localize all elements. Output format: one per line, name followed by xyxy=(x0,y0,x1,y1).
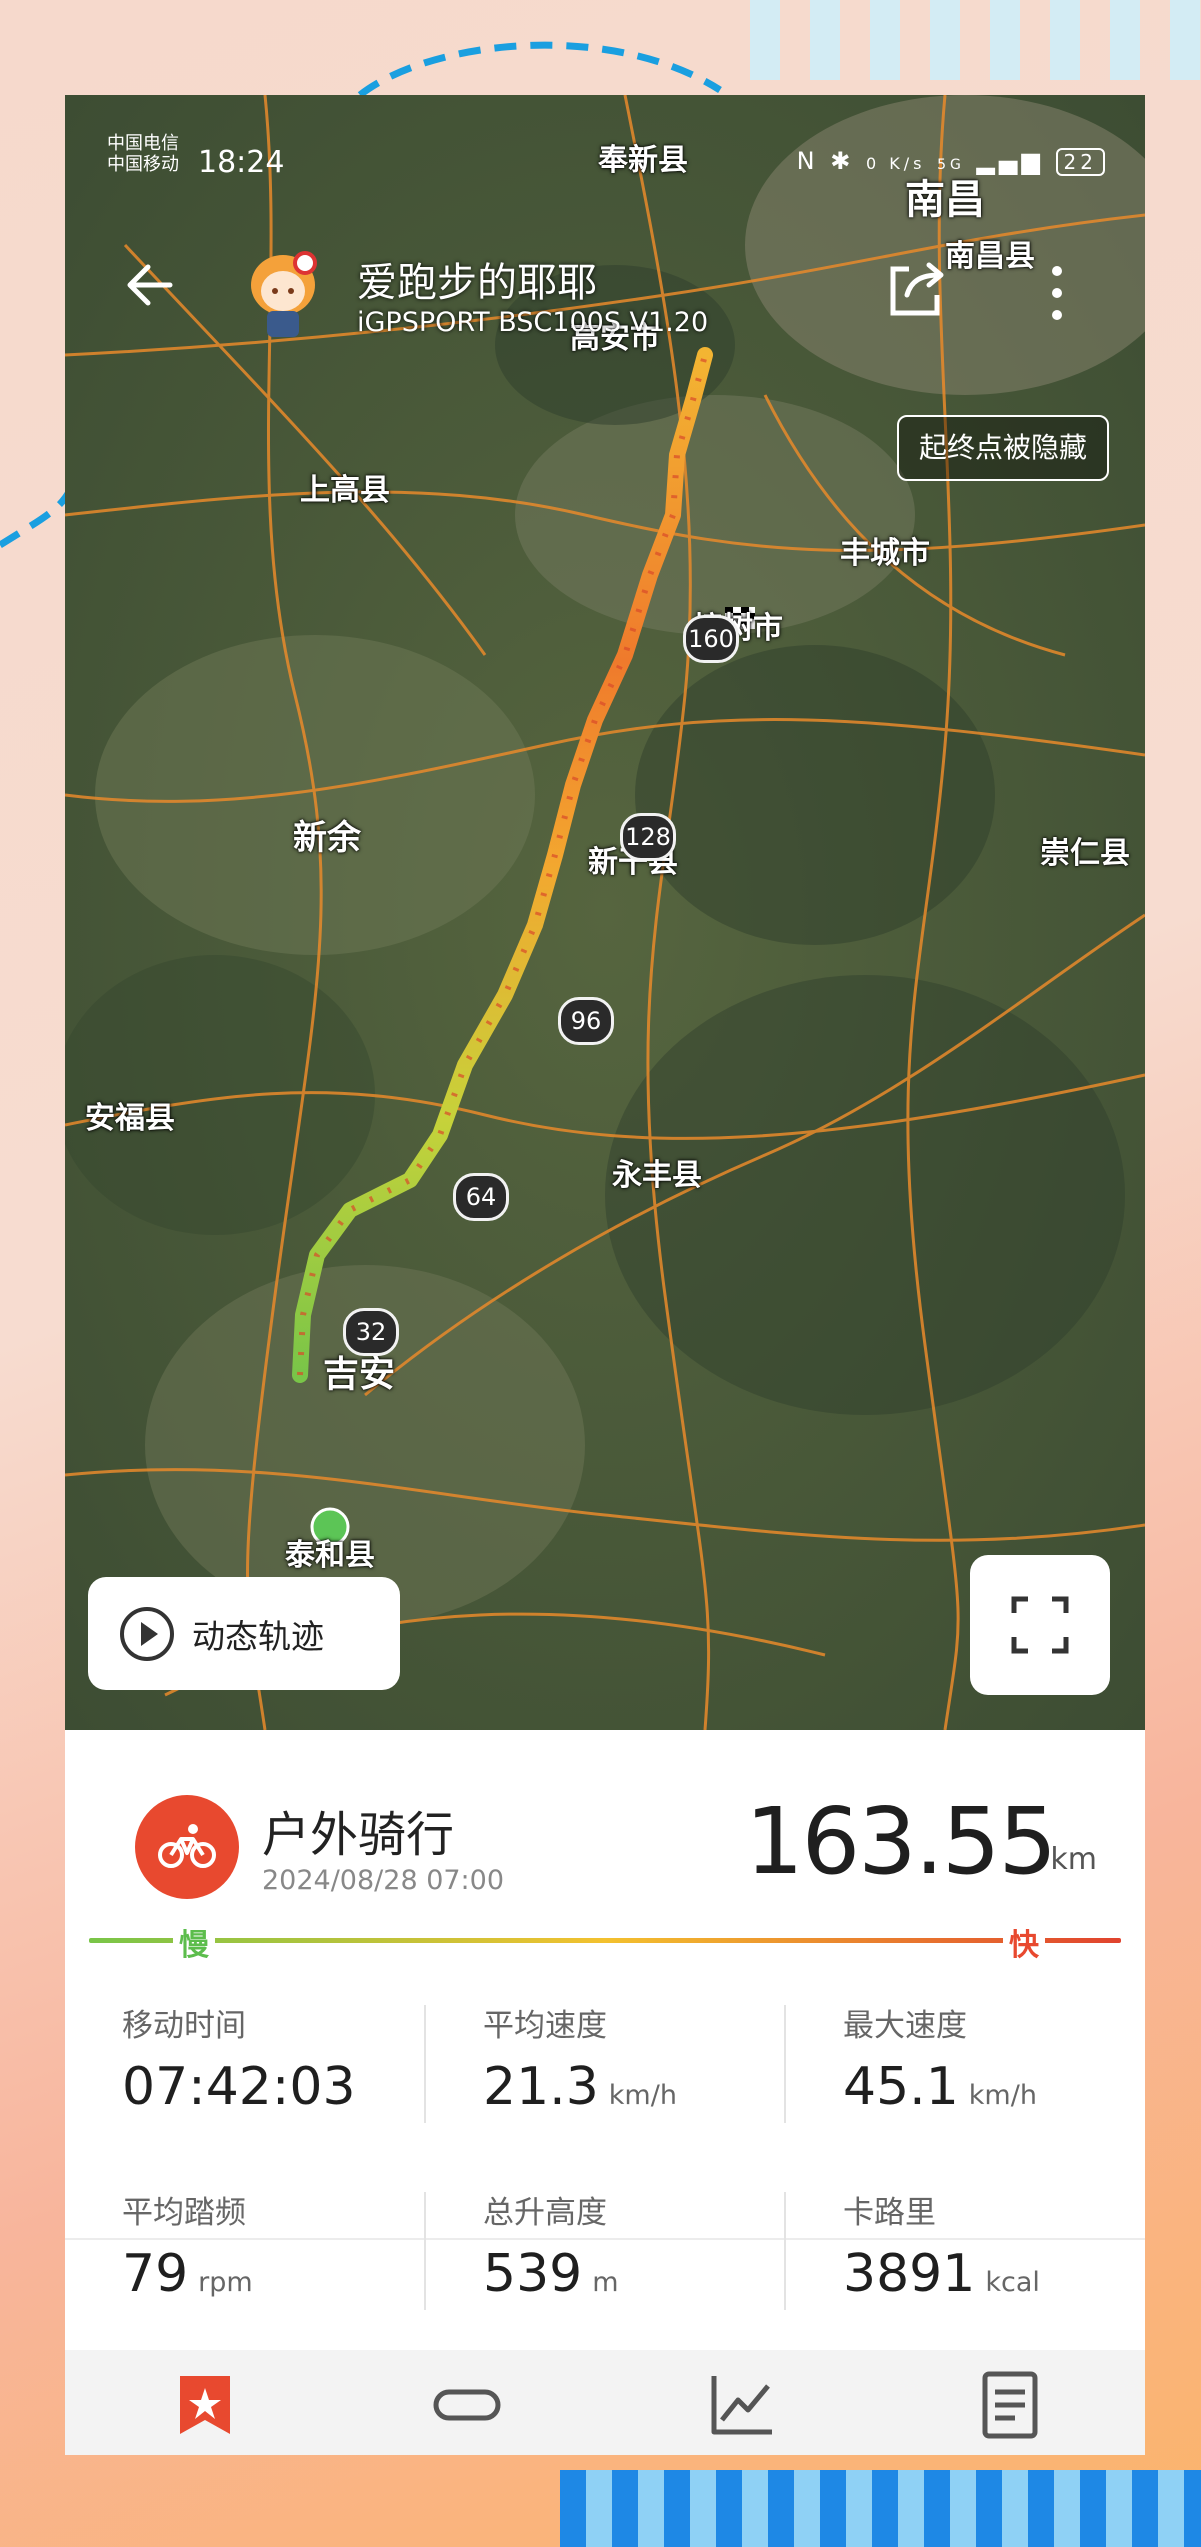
activity-type: 户外骑行 xyxy=(262,1807,455,1863)
nfc-icon: N xyxy=(796,147,819,175)
status-icons: N ✱ 0 K/s 5G ▂▄▆ 22 xyxy=(797,147,1105,176)
fast-label: 快 xyxy=(1003,1920,1045,1964)
stats-row-2: 平均踏频 79 rpm 总升高度 539 m 卡路里 3891 kcal xyxy=(65,2187,1145,2337)
place-label: 上高县 xyxy=(300,473,390,508)
battery-icon: 22 xyxy=(1055,148,1105,176)
back-arrow-icon[interactable] xyxy=(120,255,180,315)
start-end-hidden-badge: 起终点被隐藏 xyxy=(897,415,1110,481)
stat-moving-time: 移动时间 07:42:03 xyxy=(122,2000,442,2117)
stat-unit: km/h xyxy=(608,2080,677,2111)
stat-value: 45.1 xyxy=(843,2057,959,2117)
place-label: 丰城市 xyxy=(840,536,930,571)
divider xyxy=(424,2005,426,2123)
tab-laps[interactable] xyxy=(432,2370,502,2440)
stat-value: 21.3 xyxy=(483,2057,599,2117)
place-label: 永丰县 xyxy=(612,1158,702,1193)
stat-label: 平均踏频 xyxy=(122,2195,246,2231)
cycling-icon xyxy=(135,1795,239,1899)
stat-label: 卡路里 xyxy=(843,2195,936,2231)
divider xyxy=(784,2005,786,2123)
stat-unit: kcal xyxy=(985,2267,1040,2298)
activity-summary-card: 户外骑行 2024/08/28 07:00 163.55 km 慢 快 移动时间… xyxy=(65,1730,1145,2455)
phone-screen: 南昌 南昌县 奉新县 高安市 上高县 丰城市 樟树市 新余 新干县 崇仁县 安福… xyxy=(65,95,1145,2455)
share-icon[interactable] xyxy=(885,255,951,321)
stat-avg-speed: 平均速度 21.3 km/h xyxy=(483,2000,803,2117)
divider xyxy=(784,2192,786,2310)
place-label: 新余 xyxy=(293,818,361,858)
stat-value: 539 xyxy=(483,2244,583,2304)
distance-unit: km xyxy=(1050,1842,1097,1877)
stat-value: 79 xyxy=(122,2244,189,2304)
stat-value: 3891 xyxy=(843,2244,976,2304)
place-label: 崇仁县 xyxy=(1040,836,1130,871)
clock: 18:24 xyxy=(198,145,285,180)
chart-icon xyxy=(711,2376,772,2435)
place-label: 泰和县 xyxy=(285,1538,375,1573)
speed-color-legend xyxy=(89,1938,1121,1943)
dynamic-track-label: 动态轨迹 xyxy=(192,1616,324,1656)
stat-value: 07:42:03 xyxy=(122,2057,356,2117)
more-options-icon[interactable] xyxy=(1050,263,1064,323)
km-marker: 128 xyxy=(620,813,676,861)
avatar[interactable] xyxy=(243,245,323,340)
decorative-checker-bottom xyxy=(560,2470,1201,2547)
net-speed: 0 K/s xyxy=(866,154,926,173)
play-icon xyxy=(120,1606,174,1661)
fullscreen-icon xyxy=(1011,1596,1069,1654)
slow-label: 慢 xyxy=(173,1920,215,1964)
stats-row-1: 移动时间 07:42:03 平均速度 21.3 km/h 最大速度 45.1 km/… xyxy=(65,2000,1145,2150)
stat-label: 平均速度 xyxy=(483,2008,607,2044)
stat-avg-cadence: 平均踏频 79 rpm xyxy=(122,2187,442,2304)
stat-unit: m xyxy=(592,2267,619,2298)
decorative-checker-top xyxy=(750,0,1201,80)
status-bar: 中国电信 中国移动 18:24 N ✱ 0 K/s 5G ▂▄▆ 22 xyxy=(65,95,1145,180)
bluetooth-icon: ✱ xyxy=(830,147,855,175)
carrier-info: 中国电信 中国移动 xyxy=(107,133,179,175)
place-label: 南昌县 xyxy=(945,239,1035,274)
carrier-2: 中国移动 xyxy=(107,154,179,175)
stat-label: 移动时间 xyxy=(122,2008,246,2044)
stat-unit: rpm xyxy=(198,2267,253,2298)
stat-max-speed: 最大速度 45.1 km/h xyxy=(843,2000,1145,2117)
km-marker: 160 xyxy=(683,615,739,663)
username: 爱跑步的耶耶 xyxy=(357,260,597,306)
km-marker: 32 xyxy=(343,1308,399,1356)
stat-calories: 卡路里 3891 kcal xyxy=(843,2187,1145,2304)
stat-label: 最大速度 xyxy=(843,2008,967,2044)
tab-details[interactable] xyxy=(975,2370,1045,2440)
place-label: 安福县 xyxy=(85,1101,175,1136)
divider xyxy=(424,2192,426,2310)
signal-icon: ▂▄▆ xyxy=(976,147,1044,175)
bottom-tab-bar xyxy=(65,2350,1145,2455)
stat-unit: km/h xyxy=(968,2080,1037,2111)
km-marker: 64 xyxy=(453,1173,509,1221)
carrier-1: 中国电信 xyxy=(107,133,179,154)
tab-overview[interactable] xyxy=(170,2370,240,2440)
stat-total-ascent: 总升高度 539 m xyxy=(483,2187,803,2304)
stat-label: 总升高度 xyxy=(483,2195,607,2231)
tab-chart[interactable] xyxy=(708,2370,778,2440)
route-map[interactable]: 南昌 南昌县 奉新县 高安市 上高县 丰城市 樟树市 新余 新干县 崇仁县 安福… xyxy=(65,95,1145,1730)
distance-value: 163.55 xyxy=(745,1788,1057,1895)
device-name: iGPSPORT BSC100S V1.20 xyxy=(357,307,709,338)
signal-type: 5G xyxy=(937,157,965,173)
fullscreen-button[interactable] xyxy=(970,1555,1110,1695)
activity-datetime: 2024/08/28 07:00 xyxy=(262,1865,505,1896)
lap-track-icon xyxy=(433,2389,501,2421)
km-marker: 96 xyxy=(558,997,614,1045)
dynamic-track-button[interactable]: 动态轨迹 xyxy=(88,1577,400,1690)
